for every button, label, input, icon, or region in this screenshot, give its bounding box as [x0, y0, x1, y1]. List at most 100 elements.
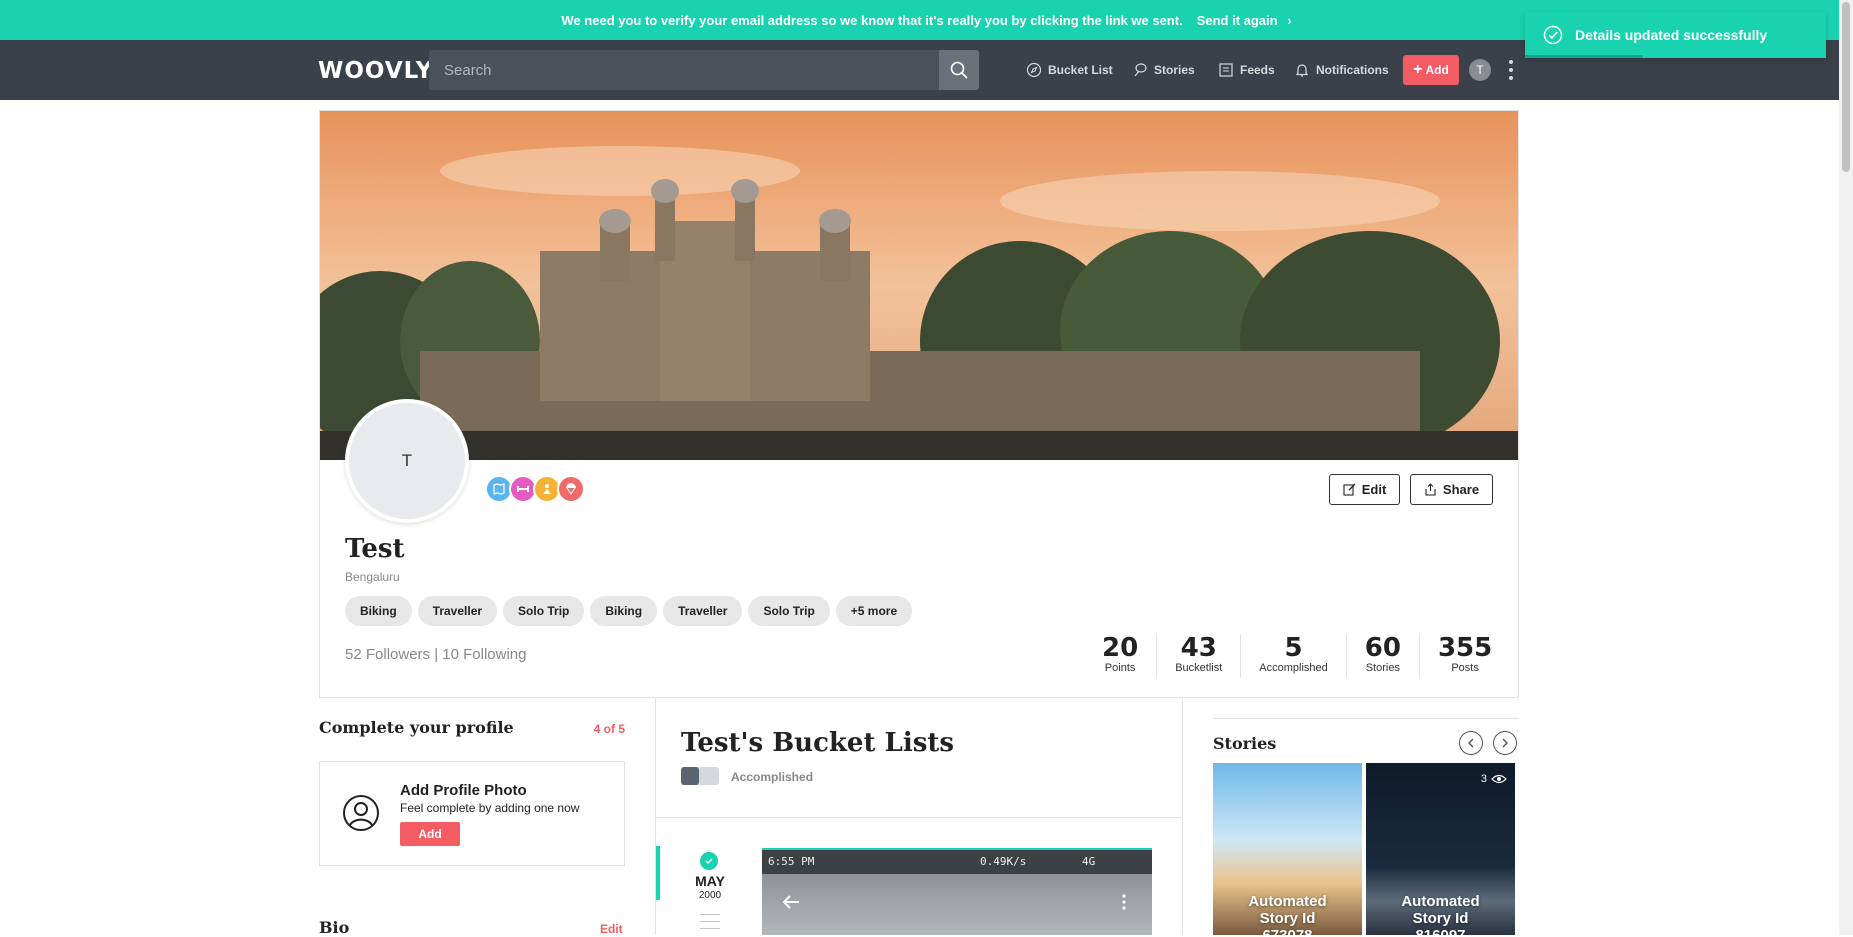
search-icon	[950, 61, 968, 79]
add-photo-button[interactable]: Add	[400, 822, 460, 846]
story-caption-line: 673078	[1213, 927, 1362, 935]
stat-label: Stories	[1365, 662, 1400, 674]
share-profile-button[interactable]: Share	[1410, 474, 1493, 505]
nav-feeds[interactable]: Feeds	[1218, 60, 1275, 80]
tag-chip[interactable]: Biking	[590, 596, 658, 626]
check-icon	[700, 852, 718, 870]
cover-photo	[320, 111, 1518, 460]
stat-label: Accomplished	[1259, 662, 1328, 674]
compass-icon	[1026, 62, 1042, 78]
divider	[656, 817, 1182, 818]
phone-signal: 4G	[1082, 855, 1096, 868]
story-views: 3	[1481, 773, 1507, 785]
toast-progress-bar	[1525, 55, 1643, 58]
tag-chip[interactable]: Traveller	[417, 596, 498, 626]
more-vertical-icon	[1122, 894, 1126, 910]
add-photo-title: Add Profile Photo	[400, 782, 527, 799]
parachute-badge-icon[interactable]	[557, 475, 585, 503]
stat-bucketlist[interactable]: 43 Bucketlist	[1157, 633, 1242, 678]
story-caption-line: 816097	[1366, 927, 1515, 935]
user-circle-icon	[343, 795, 379, 831]
stat-value: 60	[1364, 633, 1401, 663]
stat-points[interactable]: 20 Points	[1084, 634, 1158, 678]
bucket-lists-title: Test's Bucket Lists	[681, 728, 954, 758]
more-tags-chip[interactable]: +5 more	[835, 596, 913, 626]
bell-icon	[1295, 64, 1309, 77]
stat-stories[interactable]: 60 Stories	[1347, 634, 1420, 678]
user-avatar[interactable]: T	[1469, 59, 1491, 81]
stat-label: Bucketlist	[1175, 662, 1223, 674]
scrollbar-thumb[interactable]	[1842, 2, 1850, 172]
entry-year: 2000	[698, 890, 722, 901]
stories-next-button[interactable]	[1493, 731, 1517, 755]
tag-chip[interactable]: Solo Trip	[503, 596, 585, 626]
nav-notifications-label: Notifications	[1316, 63, 1389, 77]
success-toast[interactable]: Details updated successfully	[1525, 12, 1826, 58]
bio-title: Bio	[319, 918, 350, 937]
story-caption-line: Story Id	[1259, 910, 1316, 927]
page-scrollbar[interactable]	[1839, 0, 1853, 935]
tag-chip[interactable]: Traveller	[663, 596, 743, 626]
plus-icon: +	[1413, 61, 1423, 78]
stat-label: Points	[1104, 662, 1136, 674]
story-view-count: 3	[1480, 773, 1487, 785]
stories-divider	[1213, 718, 1519, 719]
accomplished-toggle[interactable]	[681, 767, 719, 785]
complete-profile-title: Complete your profile	[319, 718, 514, 737]
search-input[interactable]	[429, 50, 939, 90]
search-button[interactable]	[939, 50, 979, 90]
eye-icon	[1491, 774, 1507, 784]
edit-icon	[1343, 483, 1356, 496]
stories-prev-button[interactable]	[1459, 731, 1483, 755]
menu-lines-icon[interactable]	[700, 914, 720, 935]
followers-following[interactable]: 52 Followers | 10 Following	[345, 646, 526, 663]
more-menu-icon[interactable]	[1508, 60, 1514, 80]
story-caption: Automated Story Id 673078	[1213, 893, 1362, 935]
add-button[interactable]: + Add	[1403, 55, 1459, 85]
cover-castle-illustration	[320, 111, 1518, 460]
tag-chip[interactable]: Biking	[345, 596, 412, 626]
stat-value: 43	[1180, 633, 1217, 663]
phone-time: 6:55 PM	[768, 855, 815, 868]
profile-avatar[interactable]: T	[345, 399, 469, 523]
woovly-logo[interactable]: WOOVLY	[318, 58, 433, 84]
edit-profile-button[interactable]: Edit	[1329, 474, 1400, 505]
add-photo-card: Add Profile Photo Feel complete by addin…	[319, 761, 625, 866]
stat-posts[interactable]: 355 Posts	[1420, 634, 1492, 678]
arrow-left-icon	[782, 895, 799, 909]
story-caption-line: Automated	[1248, 893, 1327, 910]
nav-bucket-list[interactable]: Bucket List	[1026, 60, 1113, 80]
nav-stories[interactable]: Stories	[1132, 60, 1195, 80]
story-card[interactable]: 3 Automated Story Id 816097	[1366, 763, 1515, 935]
share-label: Share	[1442, 482, 1480, 497]
stat-label: Posts	[1451, 662, 1479, 674]
nav-notifications[interactable]: Notifications	[1294, 60, 1389, 80]
bucket-entry-image[interactable]: 6:55 PM 0.49K/s 4G	[762, 848, 1152, 935]
complete-profile-section: Complete your profile 4 of 5 Add Profile…	[319, 718, 625, 866]
story-caption-line: Automated	[1401, 893, 1480, 910]
tag-chip[interactable]: Solo Trip	[748, 596, 830, 626]
profile-stats: 20 Points 43 Bucketlist 5 Accomplished 6…	[1084, 634, 1492, 678]
profile-city: Bengaluru	[345, 570, 400, 584]
edit-label: Edit	[1361, 482, 1387, 497]
timeline-marker	[656, 846, 660, 900]
profile-name: Test	[345, 534, 405, 564]
add-button-label: Add	[1425, 63, 1449, 77]
share-icon	[1425, 483, 1436, 496]
send-again-link[interactable]: Send it again ›	[1197, 13, 1292, 28]
badge-row	[485, 475, 585, 503]
bio-edit-link[interactable]: Edit	[600, 922, 623, 936]
bucket-lists-panel: Test's Bucket Lists Accomplished MAY 200…	[655, 698, 1183, 935]
nav-feeds-label: Feeds	[1240, 63, 1275, 77]
send-again-label: Send it again	[1196, 12, 1278, 28]
toggle-knob	[681, 767, 699, 785]
story-caption: Automated Story Id 816097	[1366, 893, 1515, 935]
story-card[interactable]: Automated Story Id 673078	[1213, 763, 1362, 935]
accomplished-label: Accomplished	[731, 770, 814, 784]
check-circle-icon	[1543, 25, 1563, 45]
profile-card: T Edit Share Test Bengaluru Biking Trave…	[319, 110, 1519, 698]
chevron-right-icon	[1502, 738, 1508, 748]
stat-accomplished[interactable]: 5 Accomplished	[1241, 634, 1347, 678]
nav-stories-label: Stories	[1154, 63, 1195, 77]
add-photo-subtitle: Feel complete by adding one now	[400, 801, 580, 815]
